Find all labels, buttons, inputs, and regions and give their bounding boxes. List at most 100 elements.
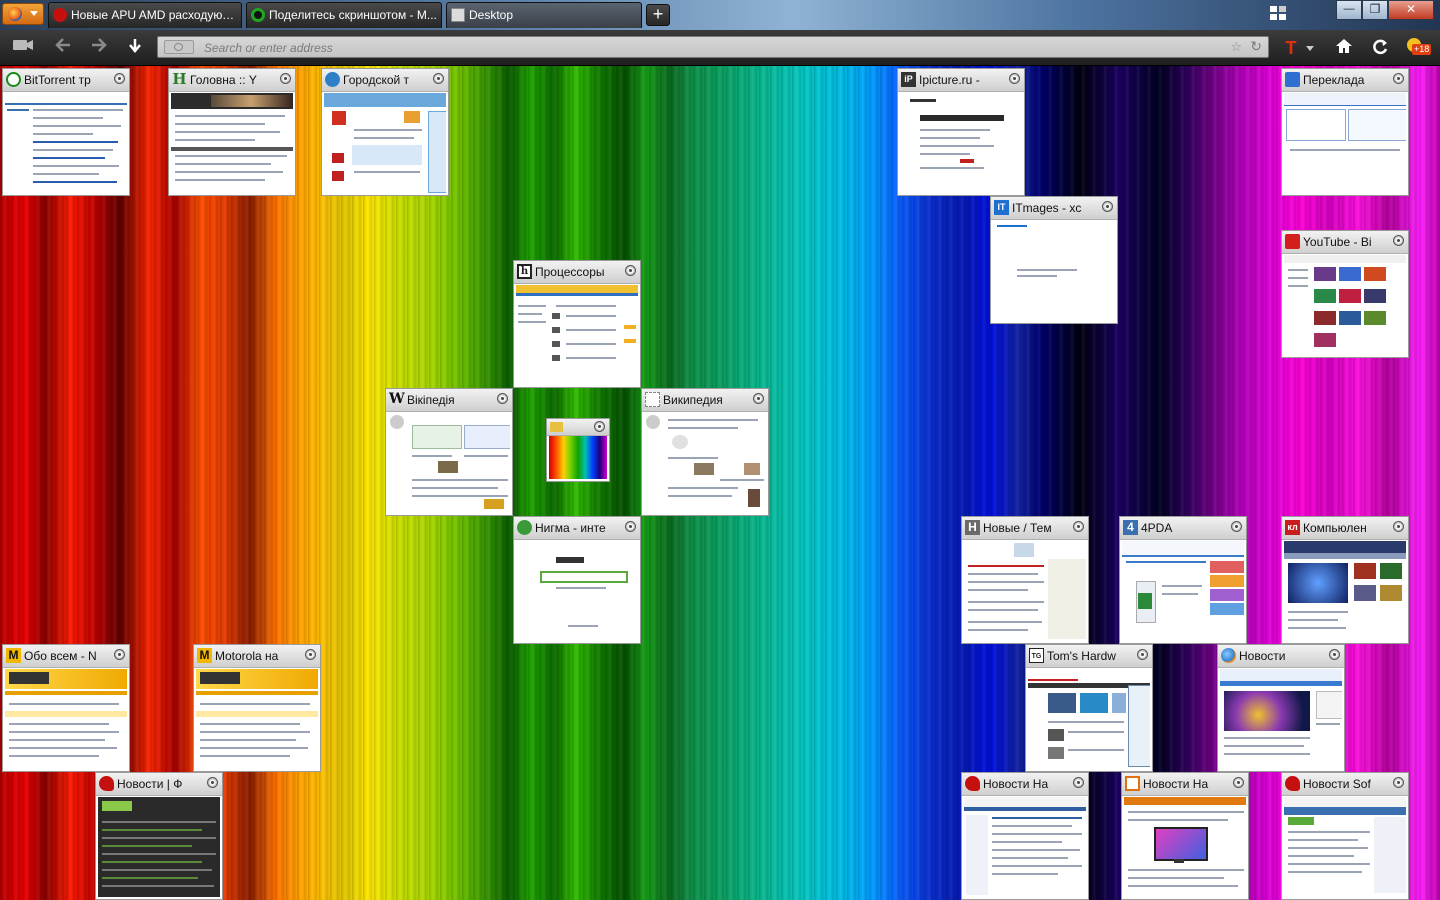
close-icon[interactable] xyxy=(433,73,444,84)
tab-item-news[interactable]: Новости xyxy=(1217,644,1345,772)
weather-icon[interactable]: +18 xyxy=(1404,38,1434,58)
close-icon[interactable] xyxy=(1073,521,1084,532)
tab-item-news-hardware[interactable]: Новости На xyxy=(961,772,1089,900)
tab-item-nigma[interactable]: Нигма - инте xyxy=(513,516,641,644)
close-icon[interactable] xyxy=(1393,521,1404,532)
desktop-icon xyxy=(451,8,465,22)
tab-item-title: Ipicture.ru - xyxy=(919,73,980,87)
tab-item-golovna[interactable]: H Головна :: Y xyxy=(168,68,296,196)
close-icon[interactable] xyxy=(1231,521,1242,532)
reload-small-icon[interactable]: ↻ xyxy=(1250,38,1262,55)
close-icon[interactable] xyxy=(1393,235,1404,246)
page-thumbnail xyxy=(388,413,510,513)
tab-item-ipicture[interactable]: iP Ipicture.ru - xyxy=(897,68,1025,196)
tab-item-news-forum[interactable]: Новости | Ф xyxy=(95,772,223,900)
close-icon[interactable] xyxy=(625,265,636,276)
reload-icon[interactable] xyxy=(1369,38,1391,58)
tab-label: Поделитесь скриншотом - M... xyxy=(269,8,437,22)
page-thumbnail xyxy=(5,93,127,193)
tab-item-motorola-forum-1[interactable]: M Обо всем - N xyxy=(2,644,130,772)
kl-icon: кл xyxy=(1285,520,1300,535)
tab-item-translator[interactable]: Переклада xyxy=(1281,68,1409,196)
tab-item-title: YouTube - Вi xyxy=(1303,235,1372,249)
new-tab-button[interactable]: + xyxy=(646,4,670,26)
close-icon[interactable] xyxy=(1329,649,1340,660)
close-icon[interactable] xyxy=(625,521,636,532)
close-icon[interactable] xyxy=(1073,777,1084,788)
tab-item-title: Новости xyxy=(1239,649,1286,663)
tab-item-title: Обо всем - N xyxy=(24,649,97,663)
tab-item-wikipedia-ru[interactable]: Википедия xyxy=(641,388,769,516)
tab-item-title: Компьюлен xyxy=(1303,521,1367,535)
tab-item-motorola-forum-2[interactable]: M Motorola на xyxy=(193,644,321,772)
close-icon[interactable] xyxy=(114,73,125,84)
close-icon[interactable] xyxy=(280,73,291,84)
page-thumbnail xyxy=(1284,255,1406,355)
motorola-m-icon: M xyxy=(6,648,21,663)
bookmark-star-icon[interactable]: ☆ xyxy=(1230,39,1242,55)
forward-icon[interactable] xyxy=(88,38,110,58)
close-icon[interactable] xyxy=(497,393,508,404)
tab-item-title: Нигма - инте xyxy=(535,521,606,535)
tab-label: Desktop xyxy=(469,8,514,22)
chevron-down-icon[interactable] xyxy=(1303,38,1317,58)
page-thumbnail xyxy=(324,93,446,193)
tab-item-itmages[interactable]: IT ITmages - xc xyxy=(990,196,1118,324)
close-icon[interactable] xyxy=(114,649,125,660)
download-icon[interactable] xyxy=(124,38,146,58)
tab-groups-icon[interactable] xyxy=(1270,6,1288,22)
tab-item-title: Новости Ha xyxy=(1143,777,1209,791)
page-thumbnail xyxy=(516,285,638,385)
close-icon[interactable] xyxy=(1233,777,1244,788)
close-icon[interactable] xyxy=(1137,649,1148,660)
tab-item-gorodskoy[interactable]: Городской т xyxy=(321,68,449,196)
tab-desktop[interactable]: Desktop xyxy=(446,2,642,28)
translate-icon[interactable]: T xyxy=(1280,38,1302,58)
tab-item-new-topics[interactable]: H Новые / Тем xyxy=(961,516,1089,644)
firefox-menu-button[interactable] xyxy=(2,3,44,25)
tab-item-processors[interactable]: h Процессоры xyxy=(513,260,641,388)
amd-red-icon xyxy=(99,776,114,791)
address-input[interactable] xyxy=(202,38,1226,58)
weather-badge: +18 xyxy=(1412,44,1432,55)
close-icon[interactable] xyxy=(1393,777,1404,788)
tab-item-computerra[interactable]: кл Компьюлен xyxy=(1281,516,1409,644)
tab-share-screenshot[interactable]: Поделитесь скриншотом - M... xyxy=(246,2,442,28)
close-icon[interactable] xyxy=(594,421,605,432)
tab-item-toms-hardware[interactable]: TG Tom's Hardw xyxy=(1025,644,1153,772)
tab-item-title: Новости | Ф xyxy=(117,777,183,791)
tab-item-title: 4PDA xyxy=(1141,521,1173,535)
address-bar[interactable]: ☆ ↻ xyxy=(157,36,1269,58)
site-identity-icon[interactable] xyxy=(164,40,194,54)
home-icon[interactable] xyxy=(1333,38,1355,58)
tab-item-4pda[interactable]: 4 4PDA xyxy=(1119,516,1247,644)
tab-item-title: Новые / Тем xyxy=(983,521,1052,535)
back-icon[interactable] xyxy=(52,38,74,58)
tab-item-news-software[interactable]: Новости Sof xyxy=(1281,772,1409,900)
tab-item-folder[interactable] xyxy=(546,418,610,482)
ixbt-icon xyxy=(1125,776,1140,791)
close-icon[interactable] xyxy=(1393,73,1404,84)
tab-item-title: Процессоры xyxy=(535,265,605,279)
h-letter-icon: H xyxy=(172,70,187,88)
minimize-icon: — xyxy=(1343,3,1355,15)
minimize-button[interactable]: — xyxy=(1336,0,1362,20)
tab-groups-desktop[interactable]: BitTorrent тр H Головна :: Y Городской т… xyxy=(0,66,1440,900)
news-globe-icon xyxy=(1221,648,1236,663)
close-icon[interactable] xyxy=(305,649,316,660)
close-icon[interactable] xyxy=(207,777,218,788)
tab-amd-apu[interactable]: Новые APU AMD расходуют ... xyxy=(48,2,242,28)
camera-icon[interactable] xyxy=(12,38,34,58)
close-icon[interactable] xyxy=(1009,73,1020,84)
page-thumbnail xyxy=(644,413,766,513)
tab-item-bittorrent[interactable]: BitTorrent тр xyxy=(2,68,130,196)
motorola-m-icon: M xyxy=(197,648,212,663)
close-button[interactable]: ✕ xyxy=(1388,0,1434,20)
h-grey-icon: H xyxy=(965,520,980,535)
tab-item-news-ixbt[interactable]: Новости Ha xyxy=(1121,772,1249,900)
tab-item-youtube[interactable]: YouTube - Вi xyxy=(1281,230,1409,358)
close-icon[interactable] xyxy=(1102,201,1113,212)
tab-item-wikipedia-uk[interactable]: W Вікіпедія xyxy=(385,388,513,516)
close-icon[interactable] xyxy=(753,393,764,404)
maximize-button[interactable]: ❐ xyxy=(1362,0,1388,20)
